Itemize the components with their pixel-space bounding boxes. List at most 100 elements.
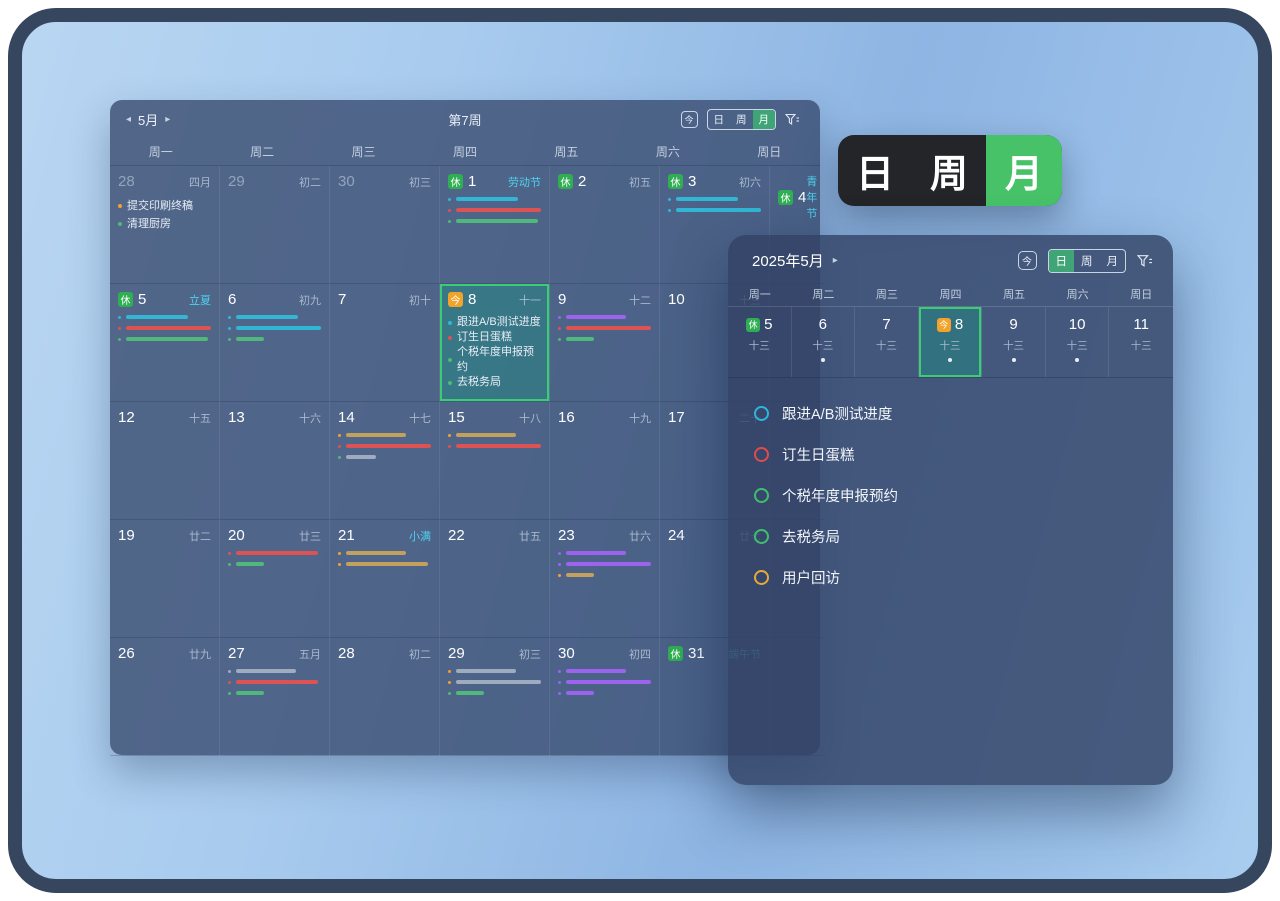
day-cell-27[interactable]: 27五月	[220, 638, 330, 756]
event-bar-item[interactable]	[448, 680, 541, 684]
view-option-日[interactable]: 日	[838, 135, 912, 206]
task-item[interactable]: 用户回访	[754, 557, 1147, 598]
view-option-日[interactable]: 日	[1049, 250, 1075, 272]
event-bar-item[interactable]	[228, 326, 321, 330]
event-bar-item[interactable]	[558, 691, 651, 695]
day-cell-22[interactable]: 22廿五	[440, 520, 550, 638]
event-bar-item[interactable]	[448, 669, 541, 673]
event-bar-item[interactable]	[448, 691, 541, 695]
day-cell-19[interactable]: 19廿二	[110, 520, 220, 638]
event-bar-item[interactable]	[558, 573, 651, 577]
event-item[interactable]: 订生日蛋糕	[448, 330, 541, 345]
day-cell-8[interactable]: 今8十一跟进A/B测试进度订生日蛋糕个税年度申报预约去税务局	[440, 284, 550, 402]
event-item[interactable]: 清理厨房	[118, 215, 211, 233]
view-option-月[interactable]: 月	[753, 110, 776, 129]
event-bar-item[interactable]	[228, 691, 321, 695]
day-cell-23[interactable]: 23廿六	[550, 520, 660, 638]
strip-day-cell-6[interactable]: 6十三	[792, 307, 856, 377]
task-checkbox[interactable]	[754, 447, 769, 462]
next-month-arrow-icon[interactable]: ▸	[833, 255, 838, 266]
view-option-周[interactable]: 周	[1074, 250, 1100, 272]
day-cell-9[interactable]: 9十二	[550, 284, 660, 402]
prev-month-arrow-icon[interactable]: ◂	[126, 114, 131, 125]
day-cell-26[interactable]: 26廿九	[110, 638, 220, 756]
event-bar-item[interactable]	[558, 337, 651, 341]
day-cell-14[interactable]: 14十七	[330, 402, 440, 520]
day-cell-15[interactable]: 15十八	[440, 402, 550, 520]
task-item[interactable]: 去税务局	[754, 516, 1147, 557]
day-cell-21[interactable]: 21小满	[330, 520, 440, 638]
view-option-月[interactable]: 月	[986, 135, 1062, 206]
strip-day-cell-5[interactable]: 休5十三	[728, 307, 792, 377]
day-cell-16[interactable]: 16十九	[550, 402, 660, 520]
event-bar-item[interactable]	[228, 551, 321, 555]
strip-day-cell-7[interactable]: 7十三	[855, 307, 919, 377]
today-button[interactable]: 今	[1018, 251, 1037, 270]
day-cell-12[interactable]: 12十五	[110, 402, 220, 520]
task-checkbox[interactable]	[754, 529, 769, 544]
task-item[interactable]: 订生日蛋糕	[754, 434, 1147, 475]
event-bar-item[interactable]	[118, 315, 211, 319]
day-cell-13[interactable]: 13十六	[220, 402, 330, 520]
event-bar-item[interactable]	[338, 444, 431, 448]
event-bar-item[interactable]	[448, 219, 541, 223]
event-bar-item[interactable]	[558, 669, 651, 673]
view-option-周[interactable]: 周	[730, 110, 753, 129]
event-bar-item[interactable]	[228, 562, 321, 566]
event-bar-item[interactable]	[338, 562, 431, 566]
day-cell-1[interactable]: 休1劳动节	[440, 166, 550, 284]
event-bar-item[interactable]	[668, 208, 761, 212]
event-bar-item[interactable]	[448, 208, 541, 212]
day-cell-28[interactable]: 28四月提交印刷终稿清理厨房	[110, 166, 220, 284]
event-bar-item[interactable]	[118, 337, 211, 341]
event-bar-item[interactable]	[558, 551, 651, 555]
day-cell-28[interactable]: 28初二	[330, 638, 440, 756]
task-item[interactable]: 个税年度申报预约	[754, 475, 1147, 516]
day-cell-29[interactable]: 29初二	[220, 166, 330, 284]
event-bar-item[interactable]	[338, 433, 431, 437]
event-bar-item[interactable]	[228, 337, 321, 341]
event-bar-item[interactable]	[228, 669, 321, 673]
event-bar-item[interactable]	[448, 444, 541, 448]
strip-day-cell-9[interactable]: 9十三	[982, 307, 1046, 377]
task-checkbox[interactable]	[754, 570, 769, 585]
strip-day-cell-10[interactable]: 10十三	[1046, 307, 1110, 377]
event-item[interactable]: 跟进A/B测试进度	[448, 315, 541, 330]
day-cell-29[interactable]: 29初三	[440, 638, 550, 756]
event-item[interactable]: 个税年度申报预约	[448, 345, 541, 375]
event-bar	[566, 315, 626, 319]
day-cell-2[interactable]: 休2初五	[550, 166, 660, 284]
day-cell-5[interactable]: 休5立夏	[110, 284, 220, 402]
event-bar-item[interactable]	[228, 680, 321, 684]
view-option-月[interactable]: 月	[1100, 250, 1126, 272]
event-bar-item[interactable]	[558, 562, 651, 566]
event-bar-item[interactable]	[558, 680, 651, 684]
filter-icon[interactable]	[785, 113, 800, 126]
day-cell-30[interactable]: 30初三	[330, 166, 440, 284]
day-cell-6[interactable]: 6初九	[220, 284, 330, 402]
day-cell-30[interactable]: 30初四	[550, 638, 660, 756]
strip-day-cell-8[interactable]: 今8十三	[919, 307, 983, 377]
event-bar-item[interactable]	[558, 315, 651, 319]
day-cell-7[interactable]: 7初十	[330, 284, 440, 402]
event-bar-item[interactable]	[338, 551, 431, 555]
day-cell-20[interactable]: 20廿三	[220, 520, 330, 638]
task-checkbox[interactable]	[754, 406, 769, 421]
next-month-arrow-icon[interactable]: ▸	[165, 114, 170, 125]
event-item[interactable]: 去税务局	[448, 375, 541, 390]
event-bar-item[interactable]	[228, 315, 321, 319]
view-option-周[interactable]: 周	[912, 135, 986, 206]
task-checkbox[interactable]	[754, 488, 769, 503]
event-bar-item[interactable]	[338, 455, 431, 459]
task-item[interactable]: 跟进A/B测试进度	[754, 393, 1147, 434]
event-bar-item[interactable]	[448, 197, 541, 201]
filter-icon[interactable]	[1137, 254, 1153, 268]
event-bar-item[interactable]	[558, 326, 651, 330]
today-button[interactable]: 今	[681, 111, 698, 128]
event-bar-item[interactable]	[668, 197, 761, 201]
view-option-日[interactable]: 日	[708, 110, 731, 129]
event-bar-item[interactable]	[448, 433, 541, 437]
event-item[interactable]: 提交印刷终稿	[118, 197, 211, 215]
event-bar-item[interactable]	[118, 326, 211, 330]
strip-day-cell-11[interactable]: 11十三	[1109, 307, 1173, 377]
